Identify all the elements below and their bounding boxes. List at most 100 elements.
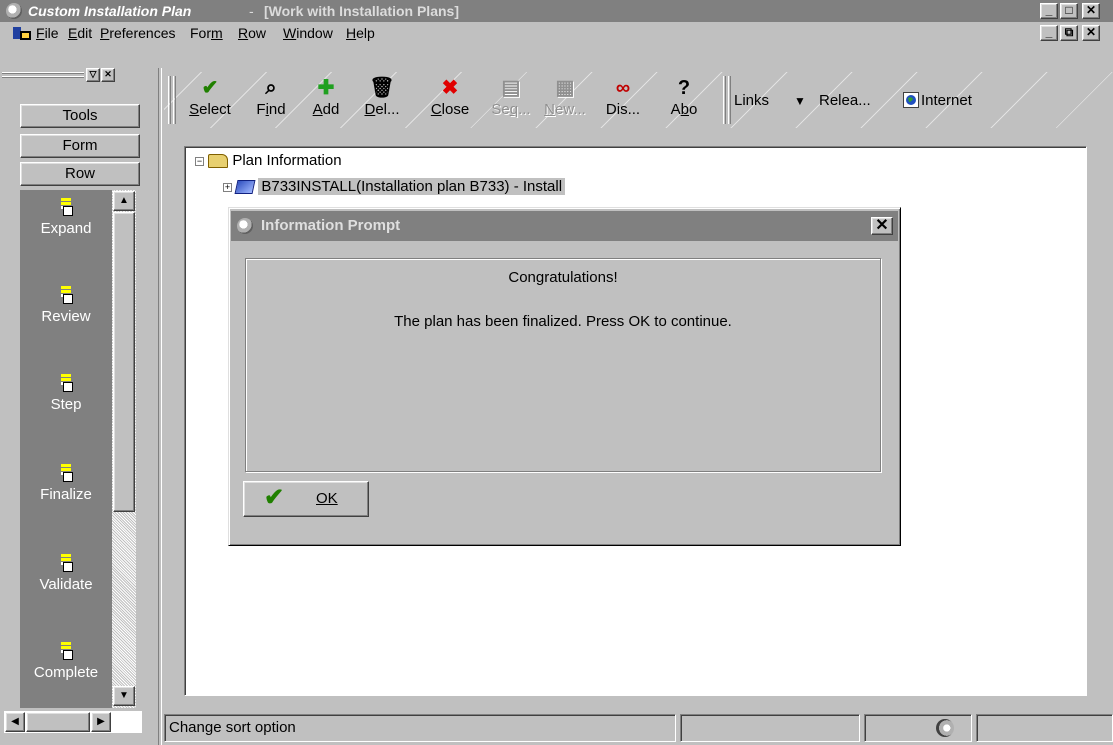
window-title-bar: Custom Installation Plan - [Work with In… [0, 0, 1113, 22]
row-actions-list: Expand Review Step Finalize Validate Com… [20, 190, 112, 708]
document-window-icon [12, 25, 32, 41]
toolbar-button-find[interactable]: ⌕ Find [248, 76, 294, 126]
row-action-validate[interactable]: Validate [20, 554, 112, 593]
internet-link[interactable]: Internet [921, 92, 972, 109]
menu-preferences[interactable]: Preferences [100, 25, 176, 41]
menu-row[interactable]: Row [238, 25, 266, 41]
new-icon: ▦ [555, 77, 575, 99]
scroll-down-button[interactable]: ▼ [113, 686, 135, 706]
tree-child-node[interactable]: + B733INSTALL(Installation plan B733) - … [223, 177, 566, 197]
close-button[interactable]: ✕ [1082, 3, 1100, 19]
scroll-right-button[interactable]: ▶ [91, 712, 111, 732]
toolbar-button-label: Seq... [488, 100, 534, 120]
release-link[interactable]: Relea... [819, 92, 871, 109]
child-minimize-button[interactable]: _ [1040, 25, 1058, 41]
menu-label-part: elp [356, 25, 375, 41]
child-restore-button[interactable]: ⧉ [1060, 25, 1078, 41]
tab-row[interactable]: Row [20, 162, 140, 186]
left-vertical-scrollbar[interactable]: ▲ ▼ [112, 190, 136, 708]
hscroll-thumb[interactable] [26, 712, 90, 732]
dialog-title-bar: Information Prompt ✕ [231, 211, 898, 241]
left-horizontal-scrollbar[interactable]: ◀ ▶ [4, 711, 142, 733]
collapse-icon[interactable]: − [195, 156, 204, 166]
close-icon: ✕ [104, 69, 112, 79]
label-part: o [689, 101, 698, 118]
maximize-button[interactable]: □ [1060, 3, 1078, 19]
toolbar-separator [728, 76, 731, 124]
menu-form[interactable]: Form [190, 25, 223, 41]
row-action-label: Step [50, 396, 82, 413]
row-action-label: Review [41, 308, 91, 325]
label-part: Dis... [605, 101, 641, 118]
close-icon: ✕ [1085, 3, 1097, 17]
toolbar-grip[interactable] [168, 76, 171, 124]
row-exit-icon [59, 286, 73, 304]
minimize-button[interactable]: _ [1040, 3, 1058, 19]
panel-collapse-button[interactable]: ▽ [86, 68, 100, 82]
expand-icon[interactable]: + [223, 182, 232, 192]
access-key: S [189, 101, 200, 118]
dialog-title: Information Prompt [261, 217, 401, 234]
scroll-thumb[interactable] [113, 212, 135, 512]
collapse-icon: ▽ [89, 69, 97, 79]
toolbar-button-dis[interactable]: ∞ Dis... [596, 76, 650, 126]
label-part: lose [441, 101, 470, 118]
toolbar-button-seq: ▤ Seq... [488, 76, 534, 126]
toolbar-button-del[interactable]: 🗑 Del... [356, 76, 408, 126]
status-pane-4 [976, 714, 1113, 742]
row-action-complete[interactable]: Complete [20, 642, 112, 681]
dialog-message: The plan has been finalized. Press OK to… [394, 313, 732, 330]
display-icon: ∞ [615, 77, 631, 99]
label-part: F [256, 101, 266, 118]
triangle-down-icon: ▼ [794, 94, 806, 108]
scroll-up-button[interactable]: ▲ [113, 191, 135, 211]
status-pane-3 [864, 714, 972, 742]
panel-close-button[interactable]: ✕ [101, 68, 115, 82]
toolbar-button-close[interactable]: ✖ Close [422, 76, 478, 126]
menu-label-part: references [109, 25, 176, 41]
toolbar-button-abo[interactable]: ? Abo [664, 76, 704, 126]
toolbar-button-add[interactable]: ✚ Add [308, 76, 344, 126]
access-key: N [544, 101, 555, 118]
tree-root-node[interactable]: − Plan Information [195, 151, 342, 171]
close-icon: ✕ [875, 217, 889, 234]
panel-grip[interactable]: ▽ ✕ [2, 68, 118, 86]
ok-button[interactable]: ✔ OK [243, 481, 369, 517]
row-action-expand[interactable]: Expand [20, 198, 112, 237]
find-icon: ⌕ [265, 77, 277, 99]
arrow-right-icon: ▶ [97, 716, 105, 727]
dialog-close-button[interactable]: ✕ [871, 217, 893, 235]
menu-file[interactable]: File [36, 25, 59, 41]
label-part: elect [199, 101, 231, 118]
pane-divider[interactable] [158, 68, 162, 745]
menu-label-part: ile [44, 25, 59, 41]
minimize-icon: _ [1045, 3, 1053, 17]
menu-access-key: E [68, 25, 78, 41]
label-part: ew... [554, 101, 586, 118]
menu-edit[interactable]: Edit [68, 25, 92, 41]
tab-tools[interactable]: Tools [20, 104, 140, 128]
links-menu[interactable]: Links [734, 92, 769, 109]
information-prompt-dialog: Information Prompt ✕ Congratulations! Th… [228, 207, 901, 546]
toolbar-button-select[interactable]: ✔ Select [180, 76, 240, 126]
menu-access-key: m [211, 25, 223, 41]
status-globe-icon [936, 719, 954, 737]
toolbar-button-label: New... [542, 100, 588, 120]
restore-icon: ⧉ [1064, 25, 1074, 39]
child-close-button[interactable]: ✕ [1082, 25, 1100, 41]
status-bar: Change sort option [164, 712, 1113, 745]
row-action-label: Validate [39, 576, 93, 593]
row-action-step[interactable]: Step [20, 374, 112, 413]
toolbar-button-label: Abo [664, 100, 704, 120]
menu-help[interactable]: Help [346, 25, 375, 41]
scroll-left-button[interactable]: ◀ [5, 712, 25, 732]
app-globe-icon [237, 218, 253, 234]
tab-form[interactable]: Form [20, 134, 140, 158]
dialog-heading: Congratulations! [508, 269, 618, 286]
menu-window[interactable]: Window [283, 25, 333, 41]
window-subtitle: [Work with Installation Plans] [264, 3, 459, 19]
row-action-review[interactable]: Review [20, 286, 112, 325]
menu-access-key: W [283, 25, 297, 41]
row-action-finalize[interactable]: Finalize [20, 464, 112, 503]
toolbar-grip [173, 76, 176, 124]
